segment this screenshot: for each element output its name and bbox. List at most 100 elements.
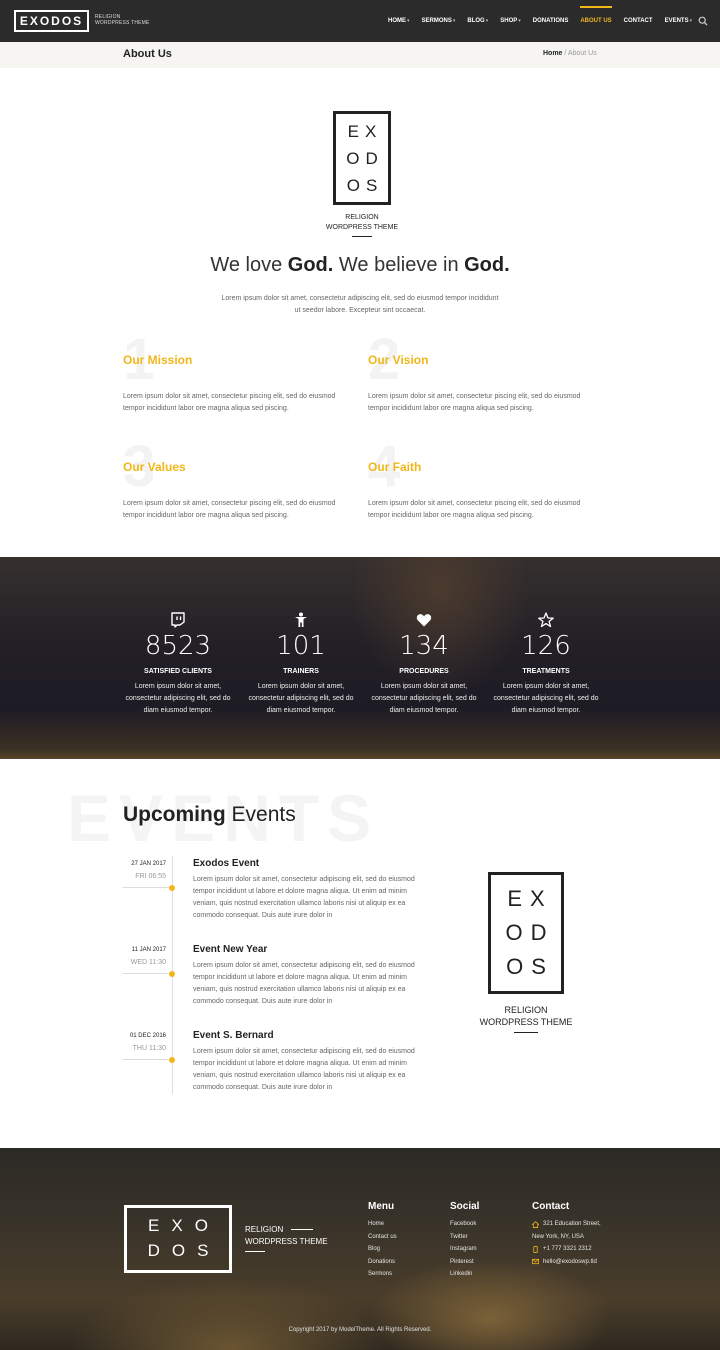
contact-address: New York, NY, USA [532, 1231, 601, 1244]
footer-link-sermons[interactable]: Sermons [368, 1268, 397, 1281]
logo-tagline: RELIGION WORDPRESS THEME [95, 14, 150, 26]
divider [245, 1251, 265, 1252]
nav-label: CONTACT [623, 18, 653, 24]
intro-tagline-2: WORDPRESS THEME [325, 224, 399, 231]
event-day: THU 11:30 [132, 1045, 166, 1052]
nav-item-sermons[interactable]: SERMONS▾ [422, 0, 456, 42]
value-title: Our Faith [368, 460, 422, 474]
nav-label: SHOP [500, 18, 518, 24]
timeline-dot [169, 885, 175, 891]
footer-menu: Menu Home Contact us Blog Donations Serm… [368, 1201, 397, 1281]
footer-link-contact[interactable]: Contact us [368, 1231, 397, 1244]
event-day: FRI 06:55 [135, 873, 166, 880]
contact-address-line2: New York, NY, USA [532, 1233, 584, 1240]
event-description: Lorem ipsum dolor sit amet, consectetur … [193, 876, 415, 919]
breadcrumb: Home / About Us [543, 50, 597, 57]
headline-part: We love [210, 254, 288, 276]
event-title[interactable]: Event New Year [193, 944, 267, 955]
chevron-down-icon: ▾ [518, 18, 521, 24]
event-description: Lorem ipsum dolor sit amet, consectetur … [193, 1048, 415, 1091]
events-side-logo: EX OD OS [488, 872, 564, 994]
contact-email-address[interactable]: hello@exodoswp.tld [543, 1256, 597, 1269]
divider [291, 1229, 313, 1230]
footer-link-pinterest[interactable]: Pinterest [450, 1256, 479, 1269]
footer-link-blog[interactable]: Blog [368, 1243, 397, 1256]
footer-link-home[interactable]: Home [368, 1218, 397, 1231]
chevron-down-icon: ▾ [407, 18, 410, 24]
stat-text: Lorem ipsum dolor sit amet, consectetur … [371, 683, 477, 714]
stat-text: Lorem ipsum dolor sit amet, consectetur … [125, 683, 231, 714]
footer-logo-row: DOS [147, 1241, 221, 1260]
event-title[interactable]: Event S. Bernard [193, 1030, 274, 1041]
event-tick [123, 887, 169, 888]
search-icon[interactable] [698, 16, 708, 26]
intro-text: Lorem ipsum dolor sit amet, consectetur … [221, 295, 499, 314]
value-text: Lorem ipsum dolor sit amet, consectetur … [368, 500, 581, 519]
event-date: 01 DEC 2016 [129, 1033, 166, 1039]
event-tick [123, 1059, 169, 1060]
footer-tagline: RELIGION WORDPRESS THEME [245, 1224, 328, 1248]
site-logo[interactable]: EXODOS [14, 10, 89, 32]
footer-link-instagram[interactable]: Instagram [450, 1243, 479, 1256]
side-logo-tagline: RELIGION WORDPRESS THEME [466, 1004, 586, 1028]
contact-address-line1: 321 Education Street, [543, 1221, 601, 1227]
page-title: About Us [123, 48, 172, 60]
footer-link-twitter[interactable]: Twitter [450, 1231, 479, 1244]
twitch-icon [171, 612, 185, 628]
nav-item-home[interactable]: HOME▾ [388, 0, 410, 42]
footer-link-donations[interactable]: Donations [368, 1256, 397, 1269]
breadcrumb-current: About Us [567, 50, 597, 57]
footer-logo[interactable]: EXO DOS [124, 1205, 232, 1273]
nav-item-blog[interactable]: BLOG▾ [467, 0, 488, 42]
contact-phone-number[interactable]: +1 777 3321 2312 [543, 1243, 592, 1256]
events-title-bold: Upcoming [123, 803, 226, 826]
event-description: Lorem ipsum dolor sit amet, consectetur … [193, 962, 415, 1005]
events-title-light: Events [225, 803, 296, 826]
headline: We love God. We believe in God. [0, 254, 720, 277]
stat-value: 134 [399, 631, 449, 661]
event-day: WED 11:30 [130, 959, 166, 966]
main-nav: HOME▾ SERMONS▾ BLOG▾ SHOP▾ DONATIONS ABO… [388, 0, 704, 42]
event-tick [123, 973, 169, 974]
value-title: Our Values [123, 460, 186, 474]
nav-label: DONATIONS [532, 18, 569, 24]
footer-contact-title: Contact [532, 1201, 570, 1212]
footer-contact: Contact 321 Education Street, New York, … [532, 1201, 601, 1268]
value-title: Our Vision [368, 353, 429, 367]
intro-tagline-1: RELIGION [345, 214, 379, 221]
nav-item-about-us[interactable]: ABOUT US [580, 0, 613, 42]
contact-phone: +1 777 3321 2312 [532, 1243, 601, 1256]
side-logo-row: OD [505, 920, 555, 945]
divider [514, 1032, 538, 1033]
nav-item-events[interactable]: EVENTS▾ [665, 0, 693, 42]
nav-item-donations[interactable]: DONATIONS [533, 0, 569, 42]
chevron-down-icon: ▾ [689, 18, 693, 24]
footer-social: Social Facebook Twitter Instagram Pinter… [450, 1201, 479, 1281]
footer-logo-row: EXO [148, 1216, 220, 1235]
nav-item-shop[interactable]: SHOP▾ [500, 0, 521, 42]
contact-address: 321 Education Street, [532, 1218, 601, 1231]
nav-item-contact[interactable]: CONTACT [624, 0, 653, 42]
event-title[interactable]: Exodos Event [193, 858, 259, 869]
value-text: Lorem ipsum dolor sit amet, consectetur … [123, 500, 336, 519]
value-title: Our Mission [123, 353, 193, 367]
stat-label: SATISFIED CLIENTS [144, 668, 212, 675]
copyright: Copyright 2017 by ModelTheme. All Rights… [288, 1327, 432, 1333]
breadcrumb-home-link[interactable]: Home [543, 50, 562, 57]
stats-band: 8523 SATISFIED CLIENTS Lorem ipsum dolor… [0, 557, 720, 759]
home-icon [532, 1220, 539, 1228]
event-date: 27 JAN 2017 [131, 861, 166, 867]
stat-label: TRAINERS [283, 668, 319, 675]
nav-label: BLOG [467, 18, 485, 24]
chevron-down-icon: ▾ [485, 18, 489, 24]
footer [0, 1148, 720, 1350]
value-text: Lorem ipsum dolor sit amet, consectetur … [123, 393, 336, 412]
stat-text: Lorem ipsum dolor sit amet, consectetur … [493, 683, 599, 714]
divider [352, 236, 372, 237]
stat-label: TREATMENTS [522, 668, 570, 675]
footer-menu-title: Menu [368, 1201, 395, 1212]
footer-link-facebook[interactable]: Facebook [450, 1218, 479, 1231]
stat-label: PROCEDURES [399, 668, 449, 675]
breadcrumb-separator: / [564, 50, 567, 57]
footer-link-linkedin[interactable]: Linkedin [450, 1268, 479, 1281]
